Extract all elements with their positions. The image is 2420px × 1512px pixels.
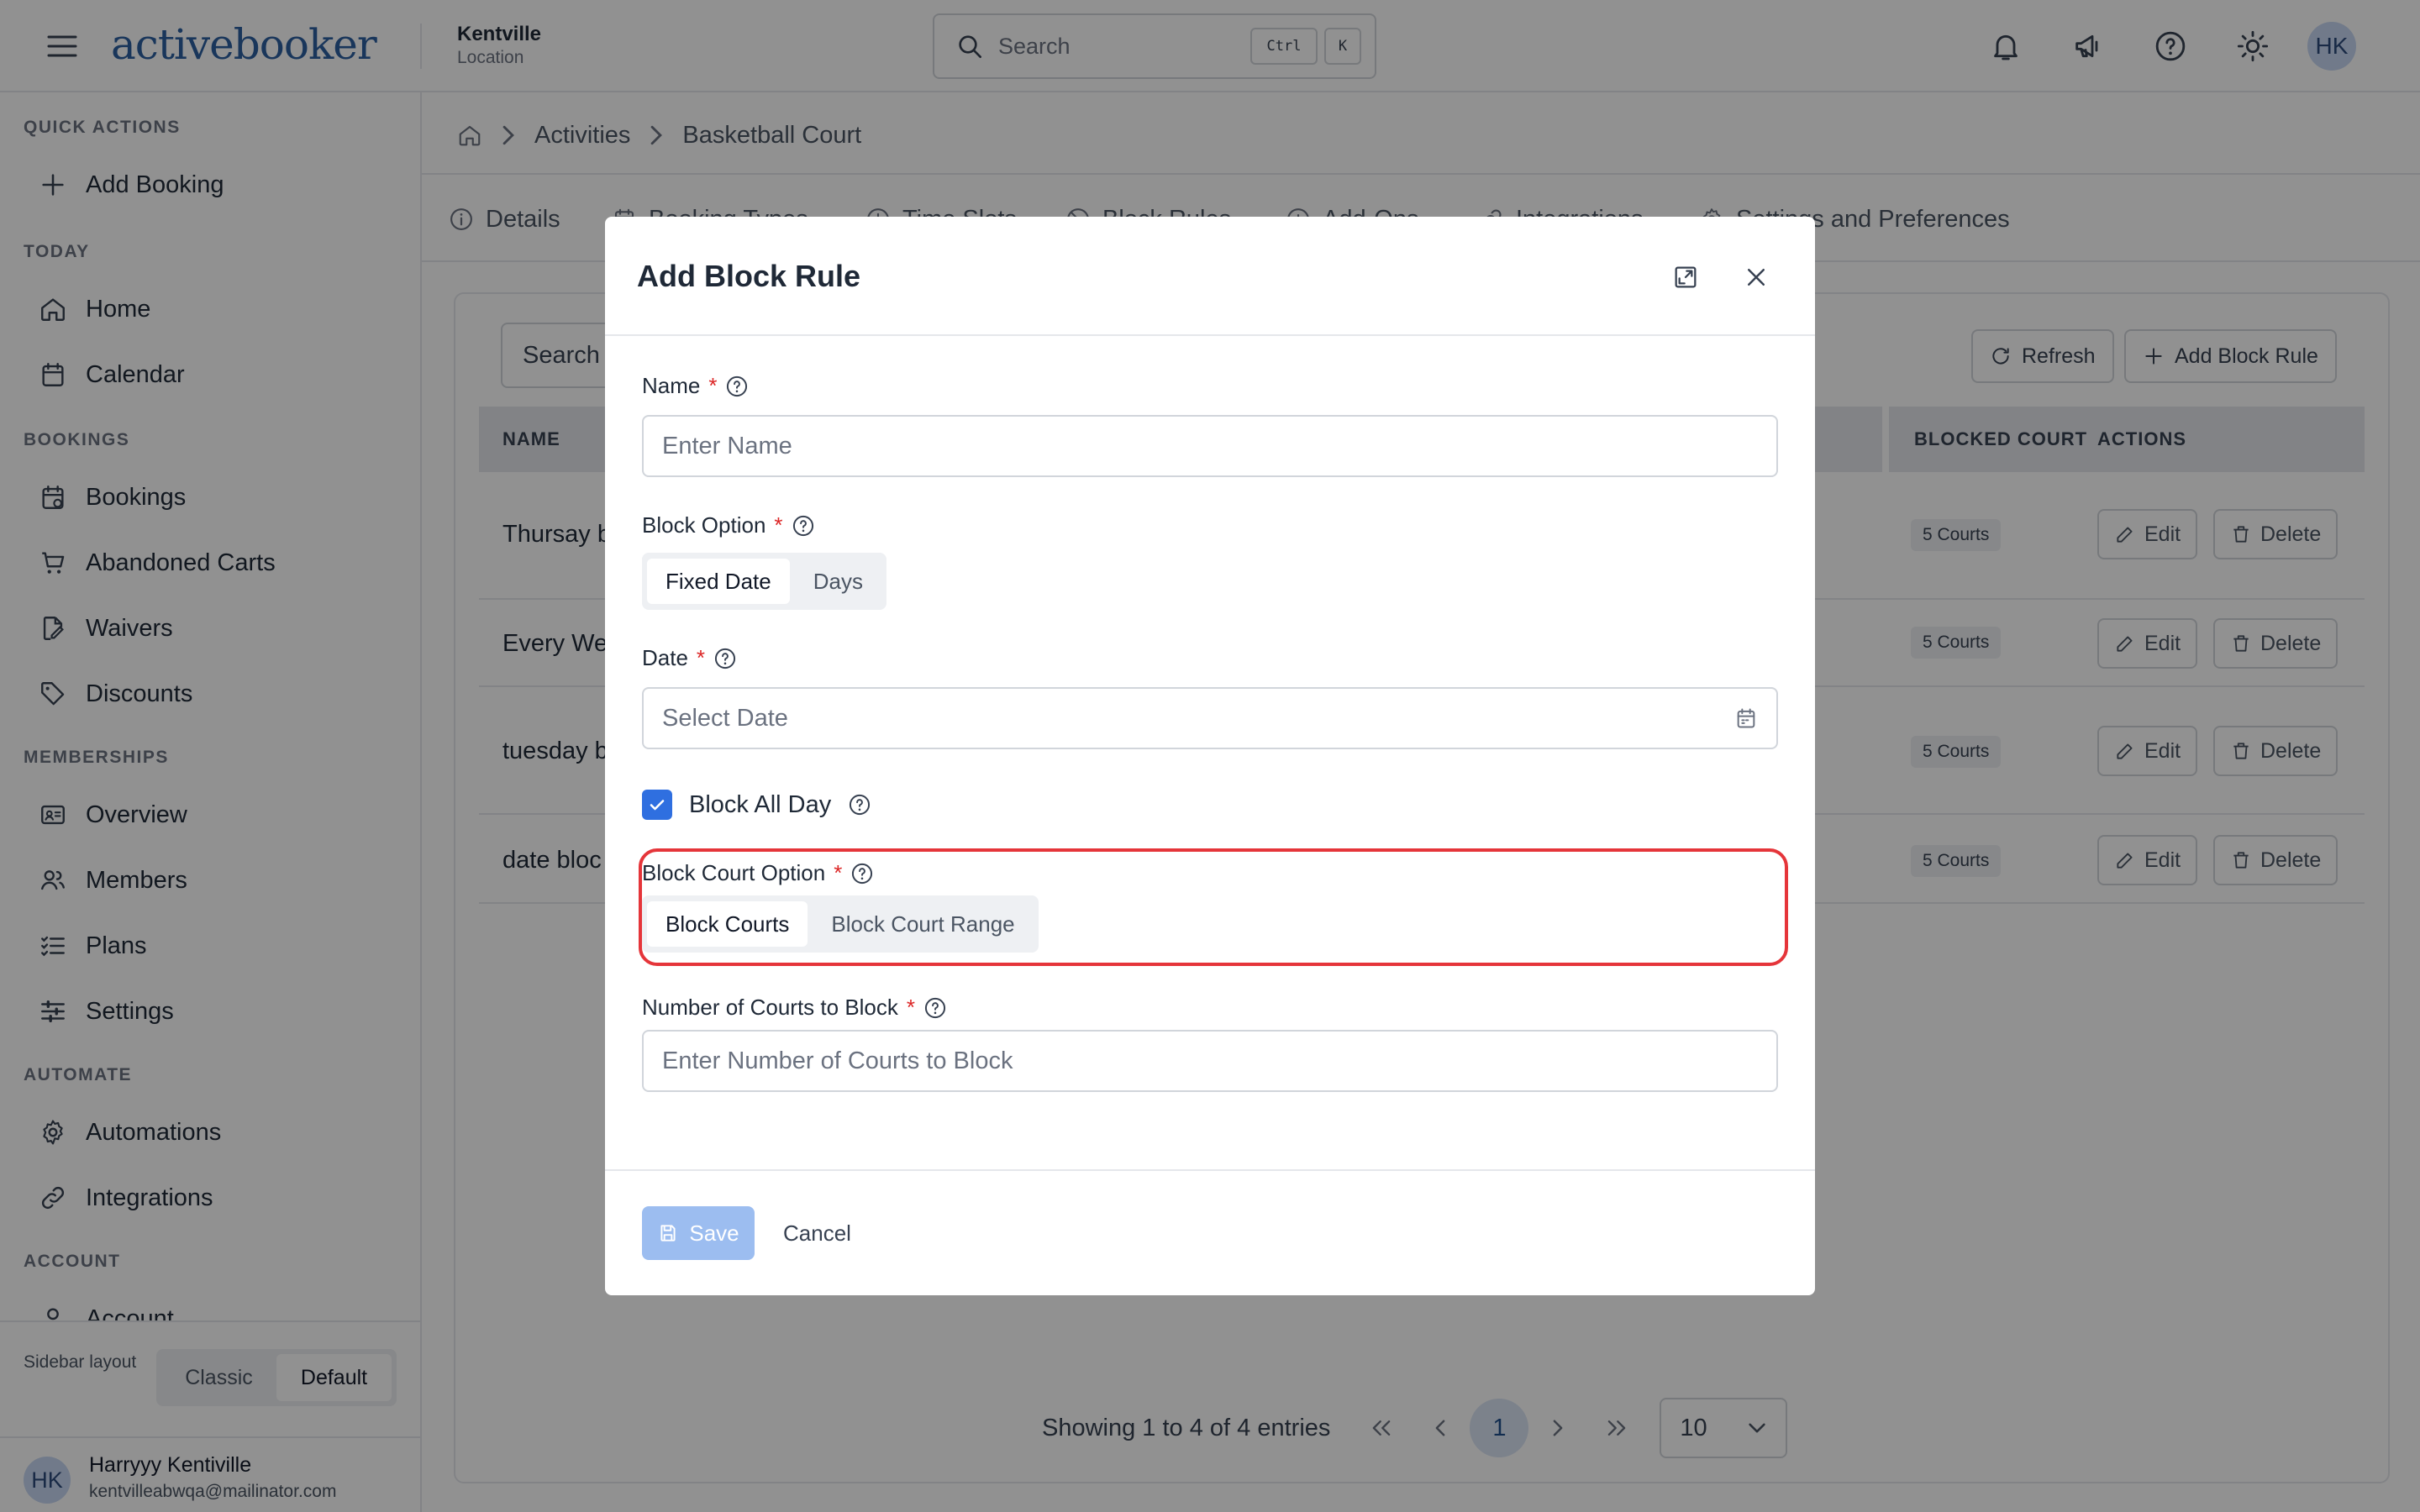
required-mark: * [774, 512, 783, 538]
date-picker-input[interactable]: Select Date [642, 687, 1778, 749]
required-mark: * [906, 995, 916, 1020]
num-courts-label: Number of Courts to Block * [642, 995, 947, 1021]
calendar-icon[interactable] [1734, 706, 1758, 730]
dialog-title: Add Block Rule [637, 259, 861, 293]
help-icon[interactable] [923, 996, 947, 1020]
block-all-day-label[interactable]: Block All Day [689, 791, 831, 819]
block-all-day-checkbox[interactable] [642, 790, 672, 820]
block-court-option-block-courts[interactable]: Block Courts [647, 901, 808, 947]
block-option-label: Block Option * [642, 512, 815, 538]
block-court-option-range[interactable]: Block Court Range [813, 901, 1033, 947]
required-mark: * [834, 860, 843, 885]
required-mark: * [708, 373, 718, 398]
save-button[interactable]: Save [642, 1206, 755, 1260]
date-field-label: Date * [642, 645, 737, 671]
block-option-toggle: Fixed Date Days [642, 553, 886, 610]
save-icon [657, 1222, 679, 1244]
num-courts-input[interactable]: Enter Number of Courts to Block [642, 1030, 1778, 1092]
help-icon[interactable] [848, 793, 871, 816]
add-block-rule-dialog: Add Block Rule Name * Enter Name Block O… [605, 217, 1815, 1295]
help-icon[interactable] [725, 375, 749, 398]
block-court-option-toggle: Block Courts Block Court Range [642, 895, 1039, 953]
block-option-fixed-date[interactable]: Fixed Date [647, 559, 790, 604]
name-field-label: Name * [642, 373, 749, 399]
name-input[interactable]: Enter Name [642, 415, 1778, 477]
close-icon[interactable] [1738, 259, 1775, 296]
help-icon[interactable] [713, 647, 737, 670]
dialog-header: Add Block Rule [605, 217, 1815, 336]
dialog-footer: Save Cancel [605, 1169, 1815, 1295]
required-mark: * [696, 645, 706, 670]
help-icon[interactable] [850, 862, 874, 885]
block-all-day-row: Block All Day [642, 788, 871, 822]
cancel-button[interactable]: Cancel [783, 1206, 851, 1260]
expand-icon[interactable] [1667, 259, 1704, 296]
block-option-days[interactable]: Days [795, 559, 881, 604]
block-court-option-label: Block Court Option * [642, 860, 874, 886]
help-icon[interactable] [792, 514, 815, 538]
